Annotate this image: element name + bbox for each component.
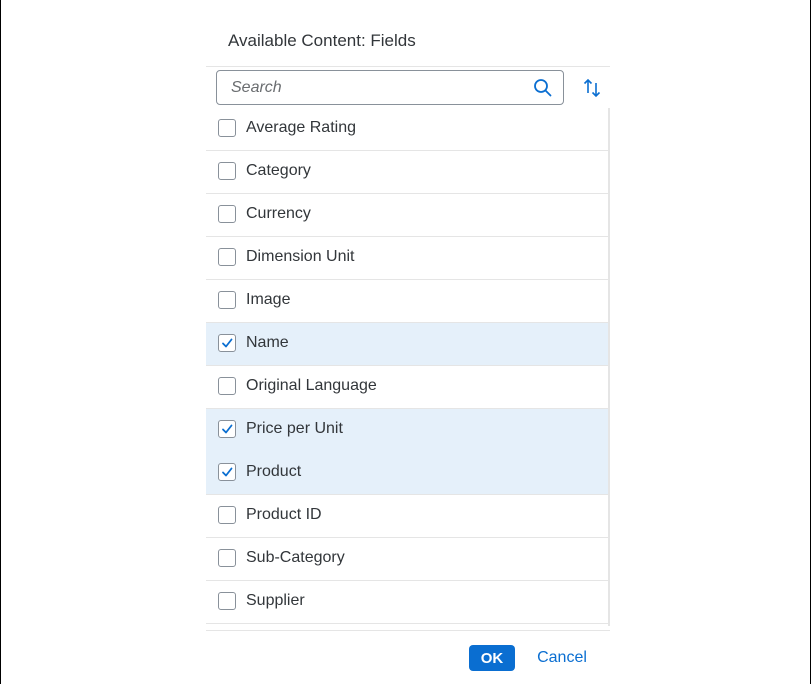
- cancel-button[interactable]: Cancel: [526, 645, 598, 671]
- list-item[interactable]: Original Language: [206, 366, 608, 409]
- list-item[interactable]: Dimension Unit: [206, 237, 608, 280]
- checkbox-checked[interactable]: [218, 334, 236, 352]
- checkbox-checked[interactable]: [218, 463, 236, 481]
- checkbox[interactable]: [218, 549, 236, 567]
- checkbox[interactable]: [218, 162, 236, 180]
- footer-divider: [206, 630, 610, 631]
- list-item-label: Average Rating: [246, 119, 356, 136]
- search-field[interactable]: [216, 70, 564, 105]
- list-item-label: Name: [246, 334, 289, 351]
- list-item-label: Supplier: [246, 592, 305, 609]
- checkmark-icon: [222, 338, 233, 348]
- search-icon[interactable]: [533, 78, 553, 98]
- available-content-dialog: Available Content: Fields Average Rating…: [206, 0, 610, 686]
- checkbox[interactable]: [218, 377, 236, 395]
- checkbox[interactable]: [218, 592, 236, 610]
- list-item[interactable]: Average Rating: [206, 108, 608, 151]
- checkbox[interactable]: [218, 248, 236, 266]
- list-item-label: Product ID: [246, 506, 322, 523]
- checkbox[interactable]: [218, 291, 236, 309]
- dialog-title: Available Content: Fields: [228, 31, 416, 50]
- checkbox-checked[interactable]: [218, 420, 236, 438]
- list-item[interactable]: Name: [206, 323, 608, 366]
- checkbox[interactable]: [218, 119, 236, 137]
- ok-button[interactable]: OK: [469, 645, 515, 671]
- checkmark-icon: [222, 424, 233, 434]
- list-item-label: Sub-Category: [246, 549, 345, 566]
- list-item-label: Product: [246, 463, 302, 480]
- list-item[interactable]: Product ID: [206, 495, 608, 538]
- list-item-label: Currency: [246, 205, 311, 222]
- checkbox[interactable]: [218, 506, 236, 524]
- list-item-label: Dimension Unit: [246, 248, 355, 265]
- list-item-label: Original Language: [246, 377, 377, 394]
- search-input[interactable]: [231, 71, 521, 104]
- field-list[interactable]: Average Rating Category Currency Dimension …: [206, 108, 610, 626]
- list-item[interactable]: Image: [206, 280, 608, 323]
- sort-icon[interactable]: [580, 76, 604, 100]
- list-item[interactable]: Product: [206, 452, 608, 495]
- list-item[interactable]: Price per Unit: [206, 409, 608, 452]
- list-item[interactable]: Currency: [206, 194, 608, 237]
- list-item[interactable]: Supplier: [206, 581, 608, 624]
- list-item-label: Price per Unit: [246, 420, 343, 437]
- list-item[interactable]: Category: [206, 151, 608, 194]
- list-item-label: Category: [246, 162, 311, 179]
- list-item-label: Image: [246, 291, 291, 308]
- list-item[interactable]: Sub-Category: [206, 538, 608, 581]
- checkmark-icon: [222, 467, 233, 477]
- checkbox[interactable]: [218, 205, 236, 223]
- divider: [206, 66, 610, 67]
